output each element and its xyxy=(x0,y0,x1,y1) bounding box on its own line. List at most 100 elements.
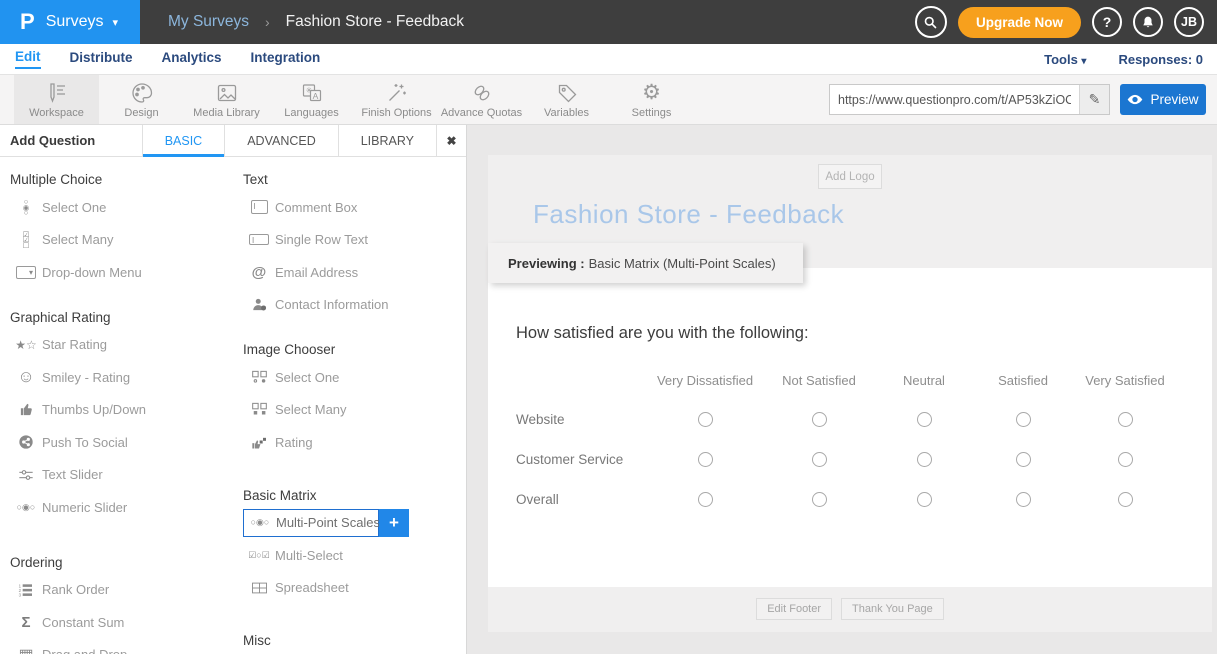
qtype-push-to-social[interactable]: Push To Social xyxy=(10,426,233,459)
qtype-email-address[interactable]: @ Email Address xyxy=(243,256,466,289)
search-button[interactable] xyxy=(915,6,947,38)
multi-point-icon: ○◉○ xyxy=(244,517,276,528)
qtype-multi-select[interactable]: ☑○☑ Multi-Select xyxy=(243,539,466,572)
qtype-constant-sum[interactable]: Σ Constant Sum xyxy=(10,606,233,639)
qtype-select-one[interactable]: ○ ◉ ○ Select One xyxy=(10,191,233,224)
radio-option[interactable] xyxy=(1016,452,1031,467)
toolbar-design[interactable]: Design xyxy=(99,75,184,124)
toolbar-finish-options[interactable]: Finish Options xyxy=(354,75,439,124)
toolbar-advance-quotas[interactable]: Advance Quotas xyxy=(439,75,524,124)
smiley-icon: ☺ xyxy=(10,367,42,387)
edit-footer-button[interactable]: Edit Footer xyxy=(756,598,832,620)
matrix-table: Very Dissatisfied Not Satisfied Neutral … xyxy=(516,361,1212,519)
help-button[interactable]: ? xyxy=(1092,7,1122,37)
qtype-rank-order[interactable]: 1 2 3 Rank Order xyxy=(10,574,233,607)
breadcrumb-my-surveys[interactable]: My Surveys xyxy=(168,13,249,31)
surveys-menu[interactable]: P Surveys ▾ xyxy=(0,0,140,44)
radio-option[interactable] xyxy=(917,492,932,507)
matrix-cell xyxy=(1073,439,1177,479)
questionpro-logo: P xyxy=(20,9,35,35)
qtype-spreadsheet[interactable]: Spreadsheet xyxy=(243,572,466,605)
nav-tab-integration[interactable]: Integration xyxy=(251,50,321,68)
radio-option[interactable] xyxy=(917,412,932,427)
radio-option[interactable] xyxy=(812,452,827,467)
preview-button[interactable]: Preview xyxy=(1120,84,1206,115)
breadcrumb-separator-icon: › xyxy=(265,14,270,30)
radio-option[interactable] xyxy=(812,492,827,507)
palette-icon xyxy=(130,81,154,105)
sliders-icon xyxy=(10,467,42,483)
tools-dropdown[interactable]: Tools ▾ xyxy=(1044,52,1086,67)
nav-tab-distribute[interactable]: Distribute xyxy=(70,50,133,68)
previewing-banner: Previewing : Basic Matrix (Multi-Point S… xyxy=(488,243,803,283)
tab-advanced[interactable]: ADVANCED xyxy=(224,125,338,156)
matrix-cell xyxy=(1073,399,1177,439)
responses-count[interactable]: Responses: 0 xyxy=(1118,52,1203,67)
radio-option[interactable] xyxy=(1016,412,1031,427)
nav-tab-edit[interactable]: Edit xyxy=(15,49,41,69)
surveys-menu-label: Surveys xyxy=(46,13,104,31)
qtype-multi-point-scales[interactable]: ○◉○ Multi-Point Scales xyxy=(243,509,379,537)
qtype-dropdown-menu[interactable]: ▾ Drop-down Menu xyxy=(10,256,233,289)
qtype-smiley-rating[interactable]: ☺ Smiley - Rating xyxy=(10,361,233,394)
survey-url-input[interactable] xyxy=(830,85,1079,114)
thumb-rating-icon xyxy=(243,435,275,450)
radio-option[interactable] xyxy=(1118,412,1133,427)
toolbar-languages[interactable]: ✳ A Languages xyxy=(269,75,354,124)
radio-option[interactable] xyxy=(917,452,932,467)
qtype-image-select-one[interactable]: Select One xyxy=(243,361,466,394)
avatar-initials: JB xyxy=(1181,15,1197,29)
tab-library[interactable]: LIBRARY xyxy=(338,125,436,156)
qtype-comment-box[interactable]: I Comment Box xyxy=(243,191,466,224)
card-footer: Edit Footer Thank You Page xyxy=(488,587,1212,632)
toolbar-workspace[interactable]: Workspace xyxy=(14,75,99,124)
qtype-select-many[interactable]: ☑ ☑ ☐ Select Many xyxy=(10,224,233,257)
toolbar-settings[interactable]: ⚙ Settings xyxy=(609,75,694,124)
edit-toolbar: Workspace Design Media Library xyxy=(0,75,1217,125)
nav-tab-analytics[interactable]: Analytics xyxy=(162,50,222,68)
qtype-numeric-slider[interactable]: ○◉○ Numeric Slider xyxy=(10,491,233,524)
radio-option[interactable] xyxy=(1016,492,1031,507)
qtype-contact-information[interactable]: Contact Information xyxy=(243,289,466,322)
radio-option[interactable] xyxy=(698,452,713,467)
user-avatar[interactable]: JB xyxy=(1174,7,1204,37)
previewing-value: Basic Matrix (Multi-Point Scales) xyxy=(589,256,776,271)
upgrade-now-button[interactable]: Upgrade Now xyxy=(958,7,1081,38)
matrix-row-label: Overall xyxy=(516,479,647,519)
toolbar-variables[interactable]: Variables xyxy=(524,75,609,124)
qtype-star-rating[interactable]: ★☆ Star Rating xyxy=(10,329,233,362)
search-icon xyxy=(923,15,938,30)
matrix-cell xyxy=(973,479,1073,519)
qtype-text-slider[interactable]: Text Slider xyxy=(10,459,233,492)
survey-preview-title[interactable]: Fashion Store - Feedback xyxy=(533,199,844,230)
topbar: P Surveys ▾ My Surveys › Fashion Store -… xyxy=(0,0,1217,44)
qtype-single-row-text[interactable]: I Single Row Text xyxy=(243,224,466,257)
qtype-drag-and-drop[interactable]: ▦ Drag and Drop xyxy=(10,639,233,654)
add-multi-point-scales-button[interactable]: + xyxy=(379,509,409,537)
tab-basic[interactable]: BASIC xyxy=(142,125,225,156)
translate-icon: ✳ A xyxy=(300,81,324,105)
qtype-image-select-many[interactable]: Select Many xyxy=(243,394,466,427)
radio-option[interactable] xyxy=(1118,452,1133,467)
qtype-thumbs-up-down[interactable]: Thumbs Up/Down xyxy=(10,394,233,427)
main-body: Add Question BASIC ADVANCED LIBRARY ✖ Mu… xyxy=(0,125,1217,654)
notifications-button[interactable] xyxy=(1133,7,1163,37)
eye-icon xyxy=(1127,94,1143,105)
radio-option[interactable] xyxy=(1118,492,1133,507)
thank-you-page-button[interactable]: Thank You Page xyxy=(841,598,944,620)
toolbar-media-library[interactable]: Media Library xyxy=(184,75,269,124)
chevron-down-icon: ▾ xyxy=(1081,56,1086,67)
add-logo-button[interactable]: Add Logo xyxy=(818,164,882,189)
radio-option[interactable] xyxy=(698,412,713,427)
numbered-list-icon: 1 2 3 xyxy=(10,582,42,598)
single-row-text-icon: I xyxy=(243,234,275,245)
radio-option[interactable] xyxy=(812,412,827,427)
matrix-row-label: Customer Service xyxy=(516,439,647,479)
matrix-col-header: Not Satisfied xyxy=(763,361,875,399)
close-panel-button[interactable]: ✖ xyxy=(436,125,466,156)
qtype-image-rating[interactable]: Rating xyxy=(243,426,466,459)
radio-option[interactable] xyxy=(698,492,713,507)
edit-url-button[interactable]: ✎ xyxy=(1079,85,1109,114)
contact-person-icon xyxy=(243,297,275,312)
survey-preview-card: Add Logo Fashion Store - Feedback Previe… xyxy=(488,155,1212,632)
